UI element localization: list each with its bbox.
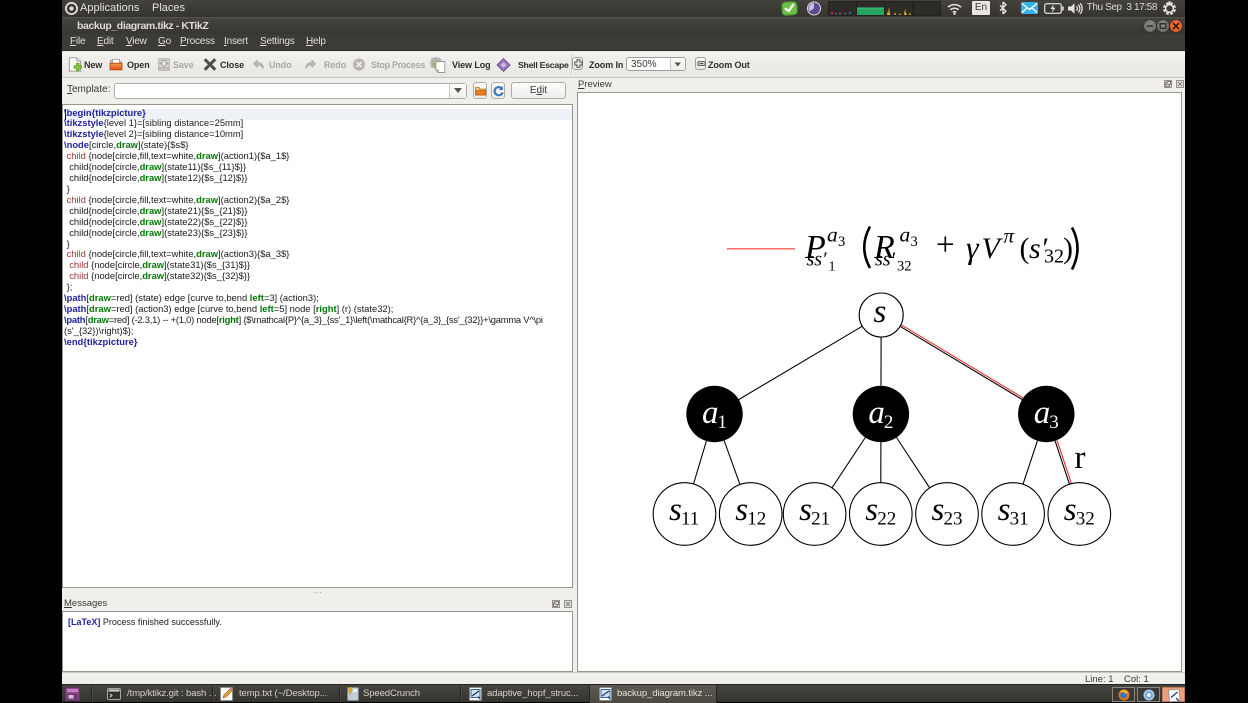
svg-text:3: 3 xyxy=(1049,412,1059,433)
svg-text:12: 12 xyxy=(747,509,766,530)
svg-text:22: 22 xyxy=(877,509,896,530)
svg-text:V: V xyxy=(982,232,1004,265)
svg-text:11: 11 xyxy=(681,509,699,530)
svg-text:s: s xyxy=(799,492,812,528)
svg-text:s: s xyxy=(874,294,887,330)
svg-text:ss′: ss′ xyxy=(807,249,828,271)
svg-text:a: a xyxy=(900,223,911,247)
svg-text:32: 32 xyxy=(1044,246,1064,268)
svg-text:s: s xyxy=(669,492,682,528)
svg-text:γ: γ xyxy=(966,229,980,265)
svg-text:3: 3 xyxy=(838,234,845,250)
svg-text:1: 1 xyxy=(718,412,728,433)
svg-text:32: 32 xyxy=(897,259,912,275)
svg-text:31: 31 xyxy=(1010,509,1029,530)
svg-text:s: s xyxy=(735,492,748,528)
svg-text:+: + xyxy=(936,227,955,263)
svg-text:23: 23 xyxy=(944,509,963,530)
svg-text:s: s xyxy=(932,492,945,528)
svg-text:s: s xyxy=(865,492,878,528)
svg-text:s: s xyxy=(1064,492,1077,528)
svg-text:(: ( xyxy=(1020,232,1030,265)
svg-text:a: a xyxy=(827,223,838,247)
svg-text:32: 32 xyxy=(1076,509,1095,530)
svg-text:a: a xyxy=(868,395,885,431)
svg-text:1: 1 xyxy=(829,260,836,275)
svg-text:ss′: ss′ xyxy=(875,249,896,271)
svg-text:s: s xyxy=(998,492,1011,528)
svg-text:21: 21 xyxy=(811,509,830,530)
svg-text:2: 2 xyxy=(884,412,894,433)
svg-text:3: 3 xyxy=(911,234,918,250)
svg-text:r: r xyxy=(1075,440,1086,476)
svg-text:): ) xyxy=(1063,232,1073,265)
svg-text:a: a xyxy=(702,395,719,431)
svg-text:a: a xyxy=(1034,395,1051,431)
svg-text:π: π xyxy=(1004,224,1015,248)
